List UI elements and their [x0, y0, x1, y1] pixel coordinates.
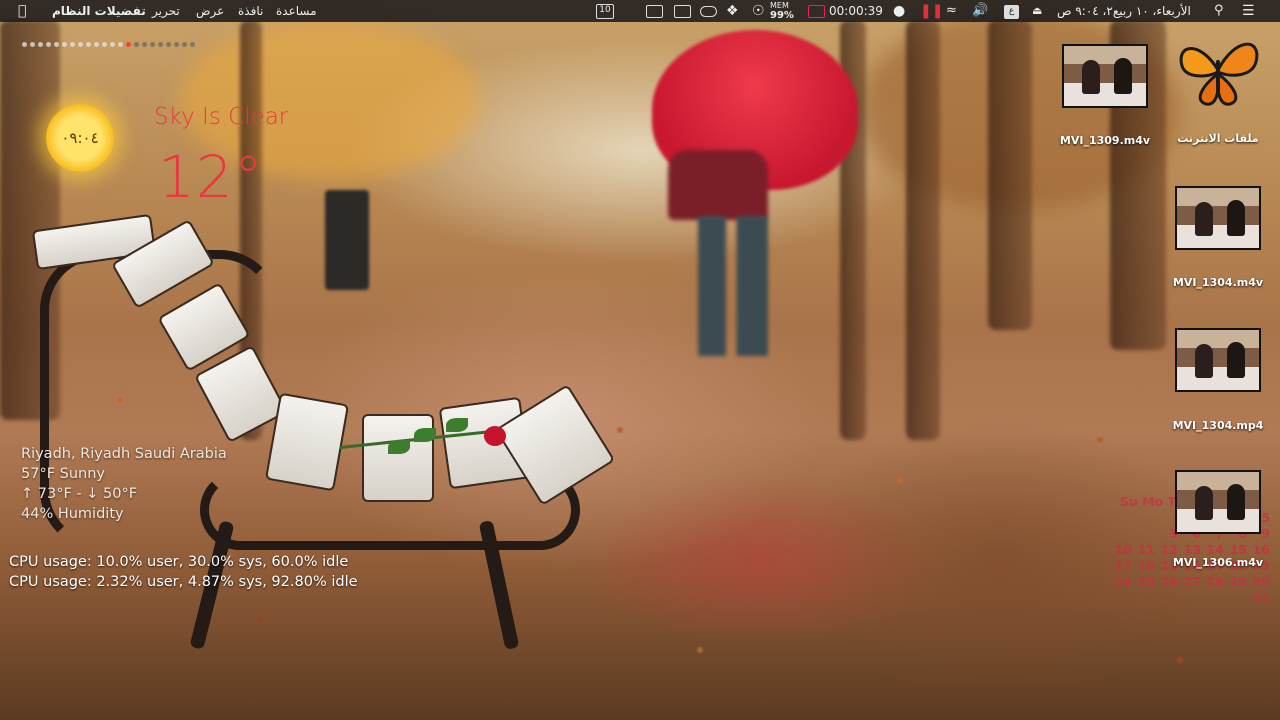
menu-help[interactable]: مساعدة — [276, 0, 317, 22]
page-dot[interactable] — [46, 42, 51, 47]
desktop-file-mvi-1304-m4v[interactable]: MVI_1304.m4v — [1163, 186, 1273, 289]
page-dot[interactable] — [94, 42, 99, 47]
page-dot[interactable] — [134, 42, 139, 47]
calendar-day: 17 — [1114, 558, 1132, 573]
page-dot[interactable] — [174, 42, 179, 47]
page-dot[interactable] — [190, 42, 195, 47]
recording-timer[interactable]: 00:00:39 — [829, 0, 883, 22]
calendar-day: 24 — [1114, 574, 1132, 589]
trash-bin — [325, 190, 369, 290]
calendar-day: 29 — [1229, 574, 1247, 589]
terminal-icon[interactable] — [646, 0, 663, 22]
file-name: MVI_1306.m4v — [1172, 556, 1264, 569]
page-dot[interactable] — [118, 42, 123, 47]
page-dot[interactable] — [166, 42, 171, 47]
walking-person — [668, 150, 768, 220]
calendar-day: 27 — [1183, 574, 1201, 589]
weather-location: Riyadh, Riyadh Saudi Arabia — [21, 446, 227, 462]
calendar-week-row: 24 25 26 27 28 29 30 — [1115, 574, 1270, 590]
page-dot[interactable] — [70, 42, 75, 47]
calendar-day: 25 — [1137, 574, 1155, 589]
pause-icon[interactable]: ❚❚ — [920, 0, 943, 22]
volume-icon[interactable]: 🔊 — [972, 0, 988, 22]
calendar-day: 10 — [1114, 542, 1132, 557]
page-dot[interactable] — [142, 42, 147, 47]
spotlight-search-icon[interactable]: ⚲ — [1214, 0, 1224, 22]
weather-current: 57°F Sunny — [21, 466, 106, 482]
file-name: MVI_1304.m4v — [1172, 276, 1264, 289]
record-dot-icon[interactable]: ● — [893, 0, 905, 22]
page-dot[interactable] — [54, 42, 59, 47]
file-name: MVI_1309.m4v — [1059, 134, 1151, 147]
display-icon[interactable] — [674, 0, 691, 22]
menu-system-preferences[interactable]: تفضيلات النظام — [52, 0, 146, 22]
screen-recorder-icon[interactable] — [808, 0, 825, 22]
desktop-file-mvi-1306[interactable]: MVI_1306.m4v — [1163, 470, 1273, 569]
menu-view[interactable]: عرض — [196, 0, 224, 22]
cloud-sync-icon[interactable]: ☉ — [752, 0, 765, 22]
toggle-icon[interactable] — [700, 0, 717, 22]
page-dot[interactable] — [78, 42, 83, 47]
sun-clock: ٠٩:٠٤ — [61, 129, 99, 147]
page-dot[interactable] — [62, 42, 67, 47]
rose-flower — [484, 426, 506, 446]
calendar-day: 26 — [1160, 574, 1178, 589]
page-dot[interactable] — [126, 42, 131, 47]
memory-value: 99% — [770, 10, 794, 21]
page-dot[interactable] — [110, 42, 115, 47]
weather-temperature: 12° — [158, 143, 264, 211]
eject-icon[interactable]: ⏏ — [1032, 0, 1042, 22]
video-thumbnail — [1175, 186, 1261, 250]
page-dot[interactable] — [182, 42, 187, 47]
rose-leaf — [446, 418, 468, 432]
calendar-day: 11 — [1137, 542, 1155, 557]
page-dot[interactable] — [102, 42, 107, 47]
desktop-file-mvi-1304-mp4[interactable]: MVI_1304.mp4 — [1163, 328, 1273, 432]
desktop-file-mvi-1309[interactable]: MVI_1309.m4v — [1050, 44, 1160, 147]
menu-bar:  تفضيلات النظام تحرير عرض نافذة مساعدة … — [0, 0, 1280, 22]
calendar-day: 18 — [1137, 558, 1155, 573]
weather-condition: Sky Is Clear — [154, 104, 289, 130]
cpu-usage-line: CPU usage: 10.0% user, 30.0% sys, 60.0% … — [9, 554, 349, 570]
video-thumbnail — [1062, 44, 1148, 108]
widget-page-dots — [22, 42, 195, 47]
page-dot[interactable] — [30, 42, 35, 47]
memory-monitor[interactable]: MEM 99% — [770, 1, 794, 23]
rose-leaf — [388, 440, 410, 454]
menu-edit[interactable]: تحرير — [152, 0, 180, 22]
apple-logo-icon[interactable]:  — [18, 0, 26, 22]
page-dot[interactable] — [150, 42, 155, 47]
walking-person-legs — [698, 216, 768, 356]
calendar-badge-icon[interactable]: 10 — [596, 0, 614, 22]
notification-center-icon[interactable]: ☰ — [1242, 0, 1255, 22]
calendar-day: 30 — [1252, 574, 1270, 589]
calendar-day: 31 — [1252, 590, 1270, 605]
page-dot[interactable] — [38, 42, 43, 47]
sun-weather-icon: ٠٩:٠٤ — [46, 104, 114, 172]
tree-trunk — [988, 20, 1032, 330]
page-dot[interactable] — [86, 42, 91, 47]
activity-wave-icon[interactable]: ≈ — [946, 0, 957, 22]
calendar-day: 28 — [1206, 574, 1224, 589]
menubar-clock[interactable]: الأربعاء، ١٠ ربيع٢، ٩:٠٤ ص — [1057, 0, 1191, 22]
weather-range: ↑ 73°F - ↓ 50°F — [21, 486, 138, 502]
rose-leaf — [414, 428, 436, 442]
file-name: ملفات الانترنت — [1177, 132, 1259, 145]
page-dot[interactable] — [22, 42, 27, 47]
weather-humidity: 44% Humidity — [21, 506, 124, 522]
cpu-usage-line: CPU usage: 2.32% user, 4.87% sys, 92.80%… — [9, 574, 358, 590]
butterfly-icon — [1170, 30, 1266, 110]
calendar-week-row: 31 — [1120, 590, 1270, 606]
keyboard-language-icon[interactable]: ع — [1004, 0, 1019, 22]
video-thumbnail — [1175, 470, 1261, 534]
desktop-folder-internet-files[interactable]: ملفات الانترنت — [1163, 30, 1273, 145]
cat-icon[interactable]: ❖ — [726, 0, 739, 22]
menu-window[interactable]: نافذة — [238, 0, 263, 22]
video-thumbnail — [1175, 328, 1261, 392]
file-name: MVI_1304.mp4 — [1172, 419, 1264, 432]
page-dot[interactable] — [158, 42, 163, 47]
